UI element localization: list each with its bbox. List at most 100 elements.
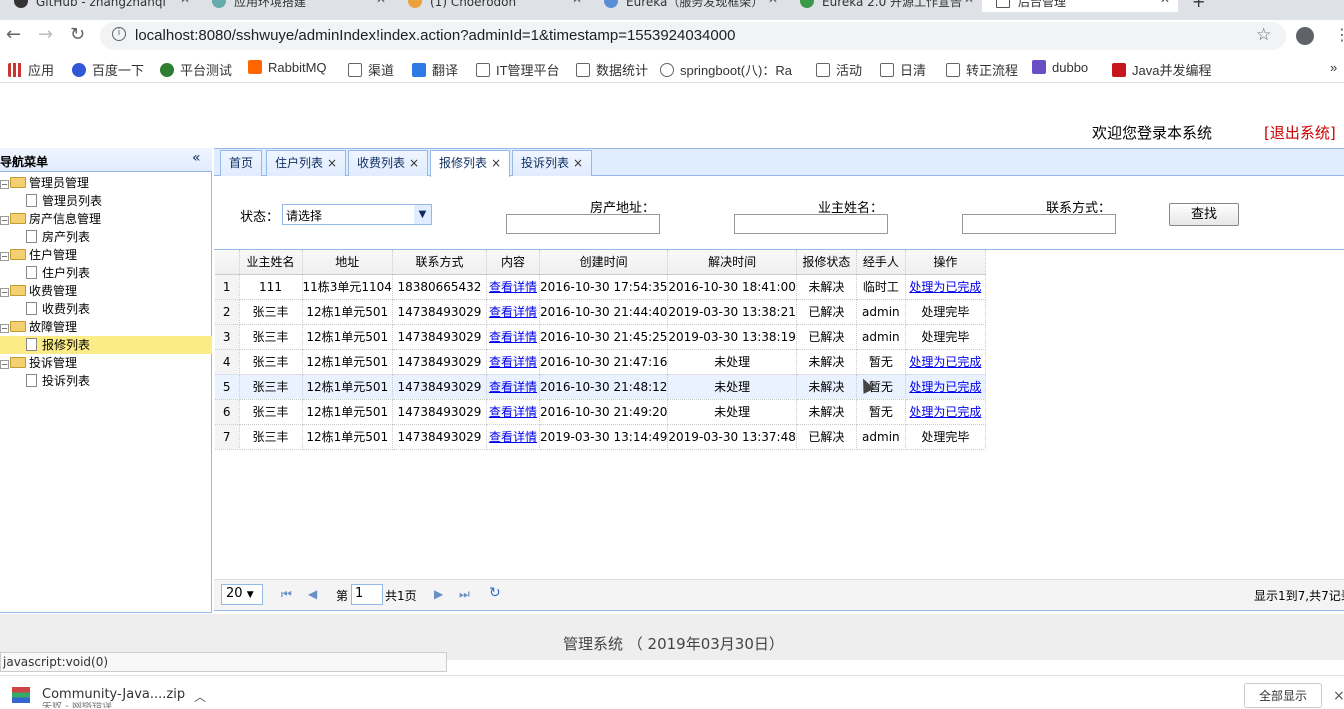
bookmark[interactable]: 百度一下 xyxy=(72,60,144,79)
tab-close-icon[interactable]: ✕ xyxy=(1160,0,1170,5)
view-details-link[interactable]: 查看详情 xyxy=(489,355,537,369)
address-input[interactable] xyxy=(506,214,660,234)
tab-close-icon[interactable]: ✕ xyxy=(964,0,974,5)
column-header[interactable]: 经手人 xyxy=(856,250,906,275)
expand-icon[interactable]: − xyxy=(0,288,9,297)
page-size-select[interactable]: 20 ▼ xyxy=(221,584,263,605)
browser-tab[interactable]: Eureka 2.0 开源工作宣告✕ xyxy=(786,0,982,12)
bookmark-star-icon[interactable]: ☆ xyxy=(1256,25,1271,45)
column-header[interactable]: 创建时间 xyxy=(539,250,669,275)
tab-home[interactable]: 首页 xyxy=(220,150,263,176)
browser-tab[interactable]: Eureka（服务发现框架） ✕ xyxy=(590,0,786,12)
nav-item-repair-list[interactable]: 报修列表 xyxy=(0,336,212,354)
nav-item-complaint-list[interactable]: 投诉列表 xyxy=(0,372,212,390)
prev-page-icon[interactable]: ◀ xyxy=(308,587,317,601)
column-header[interactable]: 内容 xyxy=(486,250,540,275)
nav-group-complaint[interactable]: − 投诉管理 xyxy=(0,354,212,372)
bookmark[interactable]: 翻译 xyxy=(412,60,458,79)
expand-icon[interactable]: − xyxy=(0,216,9,225)
info-icon[interactable]: i xyxy=(112,27,126,41)
bookmark[interactable]: IT管理平台 xyxy=(476,60,560,79)
view-details-link[interactable]: 查看详情 xyxy=(489,430,537,444)
bookmark[interactable]: dubbo xyxy=(1032,60,1088,75)
bookmark[interactable]: 日清 xyxy=(880,60,926,79)
bookmark-apps[interactable]: 应用 xyxy=(8,60,54,79)
tab-resident-list[interactable]: 住户列表 × xyxy=(266,150,347,176)
profile-avatar-icon[interactable] xyxy=(1296,27,1314,45)
back-icon[interactable]: ← xyxy=(6,24,21,45)
view-details-link[interactable]: 查看详情 xyxy=(489,330,537,344)
nav-group-admin[interactable]: − 管理员管理 xyxy=(0,174,212,192)
last-page-icon[interactable]: ⏭ xyxy=(459,587,470,602)
table-row[interactable]: 6 张三丰 12栋1单元501 14738493029 查看详情 2016-10… xyxy=(215,399,986,425)
status-select[interactable]: 请选择 xyxy=(282,204,432,225)
expand-icon[interactable]: − xyxy=(0,324,9,333)
expand-icon[interactable]: − xyxy=(0,360,9,369)
view-details-link[interactable]: 查看详情 xyxy=(489,305,537,319)
bookmark[interactable]: RabbitMQ xyxy=(248,60,327,75)
browser-tab-active[interactable]: 后台管理 ✕ xyxy=(982,0,1178,12)
expand-icon[interactable]: − xyxy=(0,252,9,261)
tab-close-icon[interactable]: ✕ xyxy=(376,0,386,5)
nav-group-resident[interactable]: − 住户管理 xyxy=(0,246,212,264)
tab-close-icon[interactable]: ✕ xyxy=(768,0,778,5)
tab-close-icon[interactable]: × xyxy=(573,156,583,170)
url-text[interactable]: localhost:8080/sshwuye/adminIndex!index.… xyxy=(135,27,735,44)
column-header[interactable]: 操作 xyxy=(905,250,986,275)
nav-group-fault[interactable]: − 故障管理 xyxy=(0,318,212,336)
tab-close-icon[interactable]: ✕ xyxy=(180,0,190,5)
column-header[interactable]: 地址 xyxy=(302,250,393,275)
mark-complete-link[interactable]: 处理为已完成 xyxy=(909,380,981,394)
collapse-nav-icon[interactable]: « xyxy=(192,150,201,166)
contact-input[interactable] xyxy=(962,214,1116,234)
column-header[interactable]: 报修状态 xyxy=(796,250,857,275)
chevron-down-icon[interactable]: ▼ xyxy=(414,205,431,224)
new-tab-button[interactable]: + xyxy=(1186,0,1216,12)
view-details-link[interactable]: 查看详情 xyxy=(489,380,537,394)
refresh-icon[interactable]: ↻ xyxy=(489,585,501,601)
tab-charge-list[interactable]: 收费列表 × xyxy=(348,150,429,176)
mark-complete-link[interactable]: 处理为已完成 xyxy=(909,280,981,294)
nav-item-property-list[interactable]: 房产列表 xyxy=(0,228,212,246)
close-downloads-icon[interactable]: × xyxy=(1333,688,1344,704)
bookmark[interactable]: 转正流程 xyxy=(946,60,1018,79)
nav-group-charge[interactable]: − 收费管理 xyxy=(0,282,212,300)
browser-tab[interactable]: (1) Choerodon ✕ xyxy=(394,0,590,12)
nav-item-resident-list[interactable]: 住户列表 xyxy=(0,264,212,282)
download-filename[interactable]: Community-Java....zip xyxy=(42,687,185,702)
bookmarks-overflow-icon[interactable]: » xyxy=(1330,60,1337,75)
expand-icon[interactable]: − xyxy=(0,180,9,189)
tab-repair-list[interactable]: 报修列表 × xyxy=(430,150,511,177)
mark-complete-link[interactable]: 处理为已完成 xyxy=(909,405,981,419)
view-details-link[interactable]: 查看详情 xyxy=(489,280,537,294)
tab-close-icon[interactable]: × xyxy=(409,156,419,170)
nav-item-admin-list[interactable]: 管理员列表 xyxy=(0,192,212,210)
tab-close-icon[interactable]: × xyxy=(491,156,501,170)
next-page-icon[interactable]: ▶ xyxy=(434,587,443,601)
page-number-input[interactable]: 1 xyxy=(351,584,383,605)
show-all-downloads-button[interactable]: 全部显示 xyxy=(1244,683,1322,708)
mark-complete-link[interactable]: 处理为已完成 xyxy=(909,355,981,369)
browser-tab[interactable]: 应用环境搭建 ✕ xyxy=(198,0,394,12)
bookmark[interactable]: Java并发编程 xyxy=(1112,60,1211,79)
logout-link[interactable]: [退出系统] xyxy=(1264,122,1336,143)
find-button[interactable]: 查找 xyxy=(1169,203,1239,226)
column-header[interactable]: 业主姓名 xyxy=(239,250,303,275)
chevron-up-icon[interactable]: ︿ xyxy=(194,688,206,705)
bookmark[interactable]: 渠道 xyxy=(348,60,394,79)
tab-close-icon[interactable]: ✕ xyxy=(572,0,582,5)
column-header[interactable]: 解决时间 xyxy=(667,250,797,275)
nav-item-charge-list[interactable]: 收费列表 xyxy=(0,300,212,318)
column-header[interactable]: 联系方式 xyxy=(392,250,487,275)
reload-icon[interactable]: ↻ xyxy=(70,24,85,45)
table-row[interactable]: 7 张三丰 12栋1单元501 14738493029 查看详情 2019-03… xyxy=(215,424,986,450)
owner-input[interactable] xyxy=(734,214,888,234)
tab-complaint-list[interactable]: 投诉列表 × xyxy=(512,150,593,176)
table-row[interactable]: 1 111 11栋3单元1104 18380665432 查看详情 2016-1… xyxy=(215,274,986,300)
nav-group-property[interactable]: − 房产信息管理 xyxy=(0,210,212,228)
view-details-link[interactable]: 查看详情 xyxy=(489,405,537,419)
bookmark[interactable]: springboot(八)：Ra xyxy=(660,60,792,79)
forward-icon[interactable]: → xyxy=(38,24,53,45)
bookmark[interactable]: 活动 xyxy=(816,60,862,79)
table-row[interactable]: 2 张三丰 12栋1单元501 14738493029 查看详情 2016-10… xyxy=(215,299,986,325)
